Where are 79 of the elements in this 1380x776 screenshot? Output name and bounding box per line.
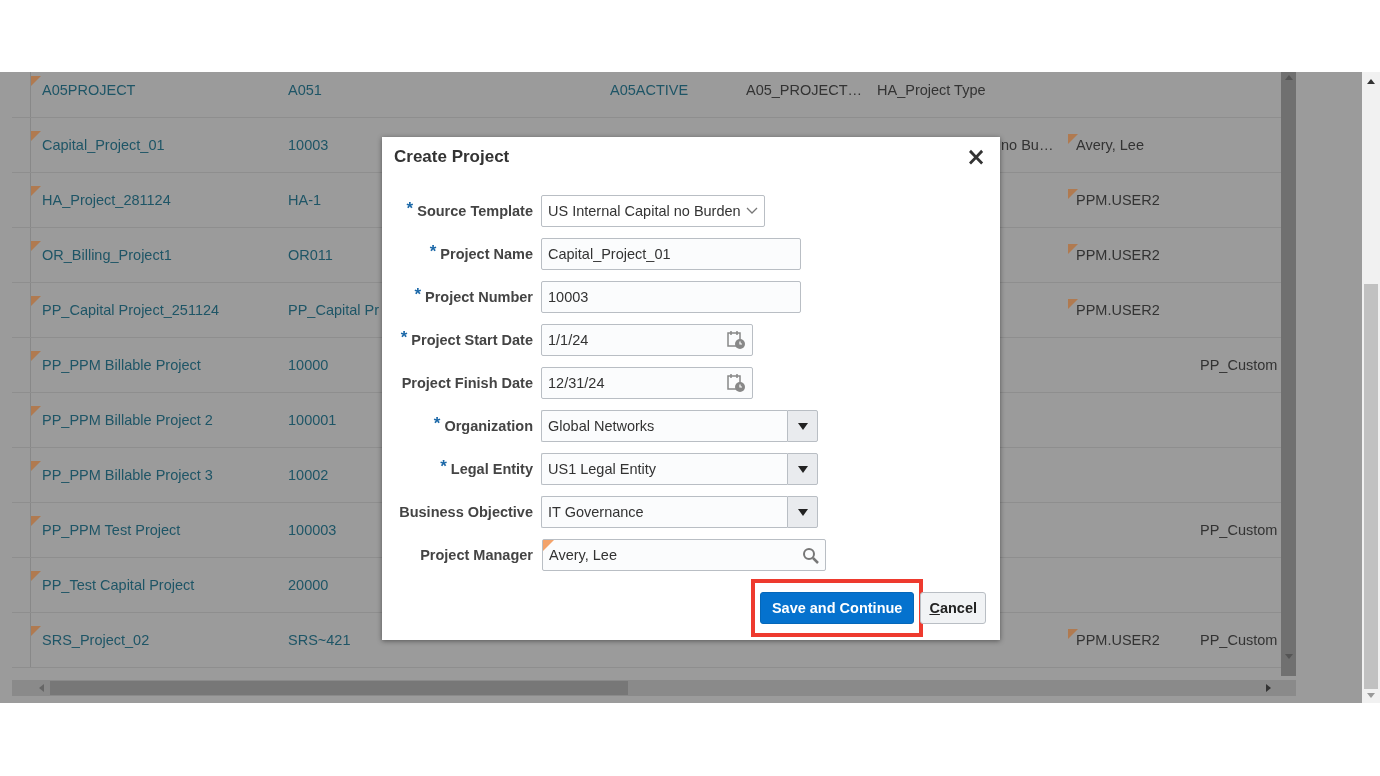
text-field[interactable]: 10003 [541,281,801,313]
required-mark: * [414,285,421,305]
project-name-link[interactable]: SRS_Project_02 [31,632,150,648]
project-name-link[interactable]: OR_Billing_Project1 [31,247,172,263]
dropdown-field[interactable]: Global Networks [541,410,787,442]
search-field[interactable]: Avery, Lee [542,539,826,571]
required-mark: * [400,328,408,348]
project-name-link[interactable]: PP_PPM Billable Project 2 [31,412,213,428]
table-cell: PP_Custom [1200,522,1278,538]
dropdown-field[interactable]: IT Governance [541,496,787,528]
required-mark: * [406,199,414,219]
field-label: Business Objective [399,504,533,520]
manager-cell: PPM.USER2 [1076,247,1160,263]
scroll-down-icon[interactable] [1367,693,1375,699]
project-number: PP_Capital Pr [288,302,380,318]
project-name-link[interactable]: PP_PPM Test Project [31,522,181,538]
required-mark: * [429,242,437,262]
field-label: Project Manager [420,547,533,563]
project-number: 20000 [288,577,329,593]
scrollbar-thumb[interactable] [50,681,628,695]
caret-icon[interactable] [797,508,808,516]
table-cell: PP_Custom [1200,632,1278,648]
scroll-up-icon[interactable] [1367,78,1375,84]
dialog-title: Create Project [394,147,510,167]
page-scrollbar[interactable] [1362,72,1380,703]
project-number: 100001 [288,412,337,428]
calendar-icon[interactable] [727,373,746,393]
cancel-button[interactable]: Cancel [920,592,986,624]
horizontal-scrollbar[interactable] [12,680,1296,696]
caret-icon[interactable] [797,465,808,473]
calendar-icon[interactable] [727,330,746,350]
project-name-link[interactable]: PP_Test Capital Project [31,577,195,593]
scroll-right-icon[interactable] [1266,684,1272,692]
project-number: 100003 [288,522,337,538]
project-number: A051 [288,82,322,98]
project-number: OR011 [288,247,333,263]
close-button[interactable]: × [963,145,988,169]
table-cell: no Bu… [1001,137,1054,153]
field-label: Project Finish Date [401,375,533,391]
date-field[interactable]: 12/31/24 [541,367,753,399]
manager-cell: Avery, Lee [1076,137,1144,153]
project-name-link[interactable]: HA_Project_281124 [31,192,171,208]
project-name-link[interactable]: PP_PPM Billable Project [31,357,201,373]
project-number: 10002 [288,467,329,483]
project-name-link[interactable]: PP_PPM Billable Project 3 [31,467,213,483]
save-continue-button[interactable]: Save and Continue [759,592,915,624]
search-icon[interactable] [802,546,819,564]
caret-icon[interactable] [797,422,808,430]
project-name-link[interactable]: PP_Capital Project_251124 [31,302,220,318]
dropdown-button[interactable] [787,410,818,442]
project-name-link[interactable]: A05PROJECT [31,82,136,98]
project-number: 10003 [288,137,329,153]
field-label: Project Start Date [411,332,533,348]
status-link[interactable]: A05ACTIVE [610,82,689,98]
scrollbar-thumb[interactable] [1364,284,1378,689]
dropdown-field[interactable]: US Internal Capital no Burden [541,195,765,227]
field-label: Project Name [440,246,533,262]
date-field[interactable]: 1/1/24 [541,324,753,356]
table-cell: PP_Custom [1200,357,1278,373]
table-cell: HA_Project Type [877,82,986,98]
manager-cell: PPM.USER2 [1076,632,1160,648]
project-name-link[interactable]: Capital_Project_01 [31,137,165,153]
field-label: Source Template [417,203,533,219]
required-mark: * [440,457,447,477]
chevron-down-icon[interactable] [746,207,758,215]
project-number: 10000 [288,357,329,373]
project-number: HA-1 [288,192,322,208]
field-label: Organization [444,418,533,434]
table-cell: A05_PROJECT… [746,82,863,98]
manager-cell: PPM.USER2 [1076,302,1160,318]
field-label: Project Number [425,289,533,305]
text-field[interactable]: Capital_Project_01 [541,238,801,270]
dropdown-button[interactable] [787,453,818,485]
field-label: Legal Entity [450,461,533,477]
project-number: SRS~421 [288,632,351,648]
required-mark: * [433,414,441,434]
dropdown-field[interactable]: US1 Legal Entity [541,453,787,485]
dropdown-button[interactable] [787,496,818,528]
manager-cell: PPM.USER2 [1076,192,1160,208]
